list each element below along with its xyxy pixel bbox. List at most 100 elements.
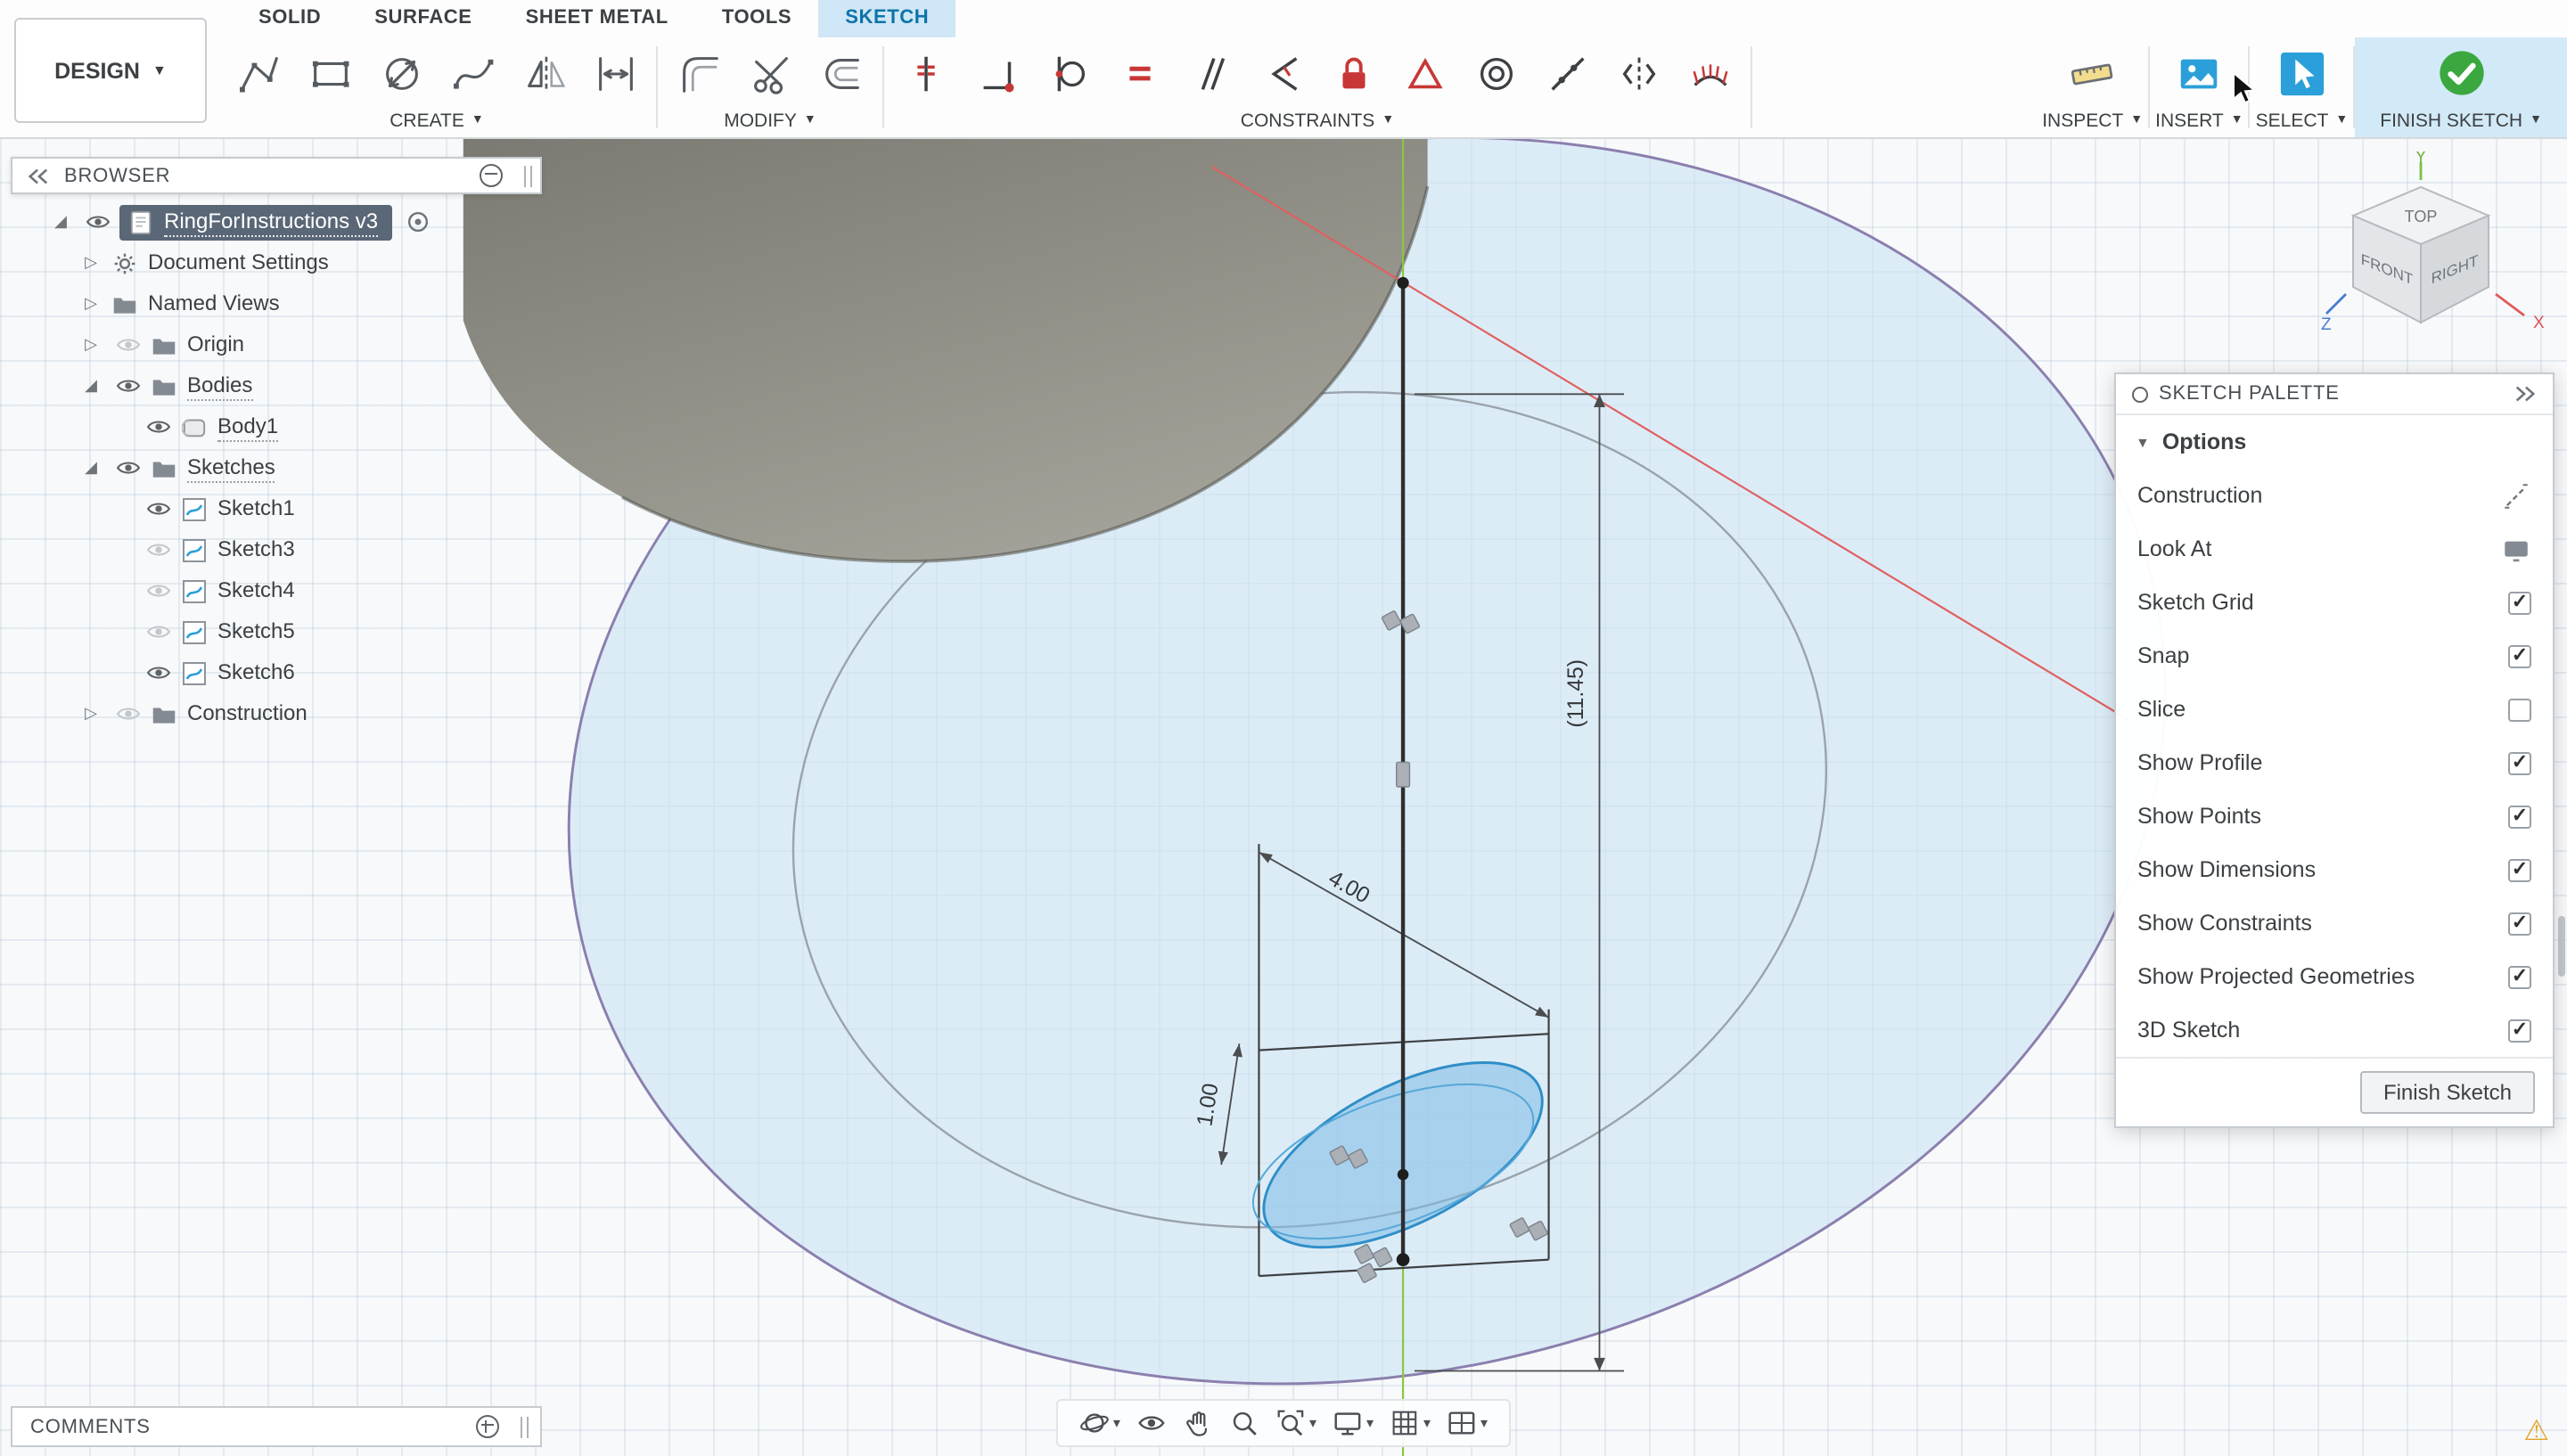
- node-label[interactable]: Sketch1: [217, 495, 295, 522]
- group-label-finish-sketch[interactable]: FINISH SKETCH▼: [2380, 107, 2542, 134]
- radio-target-icon[interactable]: [406, 210, 430, 233]
- tab-surface[interactable]: SURFACE: [348, 0, 498, 37]
- group-label-insert[interactable]: INSERT▼: [2155, 107, 2243, 134]
- dropdown-caret-icon[interactable]: ▾: [1309, 1415, 1316, 1431]
- checkbox-slice[interactable]: [2508, 698, 2531, 721]
- options-section-header[interactable]: ▼ Options: [2116, 415, 2553, 469]
- visibility-eye-icon[interactable]: [109, 458, 148, 478]
- tab-solid[interactable]: SOLID: [232, 0, 348, 37]
- constraint-symmetry-button[interactable]: [1603, 41, 1674, 105]
- constraint-parallel-button[interactable]: [1175, 41, 1246, 105]
- browser-item-ringforinstructions-v3[interactable]: ◢ RingForInstructions v3: [11, 201, 430, 242]
- node-label[interactable]: Sketch6: [217, 659, 295, 686]
- constraint-midpoint-button[interactable]: [1389, 41, 1460, 105]
- checkbox-snap[interactable]: [2508, 644, 2531, 667]
- collapse-arrow-icon[interactable]: ◢: [73, 376, 109, 396]
- node-label[interactable]: Origin: [187, 331, 244, 358]
- group-label-inspect[interactable]: INSPECT▼: [2042, 107, 2143, 134]
- group-label-select[interactable]: SELECT▼: [2256, 107, 2349, 134]
- constraint-curvature-button[interactable]: [1674, 41, 1745, 105]
- rectangle-button[interactable]: [294, 41, 365, 105]
- select-button[interactable]: [2266, 41, 2337, 105]
- checkbox-show-dimensions[interactable]: [2508, 858, 2531, 881]
- browser-item-sketch4[interactable]: Sketch4: [11, 570, 430, 611]
- constraint-coincident-button[interactable]: [961, 41, 1032, 105]
- viewcube-top-label[interactable]: TOP: [2405, 208, 2438, 225]
- node-label[interactable]: Named Views: [148, 290, 280, 317]
- browser-item-document-settings[interactable]: ▷ Document Settings: [11, 242, 430, 283]
- zoom-window-button[interactable]: ▾: [1272, 1406, 1320, 1440]
- scrollbar-thumb[interactable]: [2558, 916, 2565, 977]
- constraint-tangent-button[interactable]: [1032, 41, 1103, 105]
- visibility-eye-icon[interactable]: [139, 417, 178, 437]
- checkbox-show-profile[interactable]: [2508, 751, 2531, 774]
- pan-button[interactable]: [1179, 1406, 1217, 1440]
- comments-bar[interactable]: COMMENTS: [11, 1406, 542, 1447]
- browser-item-named-views[interactable]: ▷ Named Views: [11, 283, 430, 324]
- sketch-dimension-button[interactable]: [579, 41, 651, 105]
- checkbox-show-points[interactable]: [2508, 805, 2531, 828]
- expand-arrow-icon[interactable]: ▷: [73, 253, 109, 273]
- fillet-button[interactable]: [663, 41, 734, 105]
- add-comment-icon[interactable]: [475, 1415, 498, 1438]
- collapse-panel-icon[interactable]: [27, 167, 50, 184]
- visibility-eye-icon[interactable]: [78, 212, 118, 232]
- visibility-eye-icon[interactable]: [109, 335, 148, 355]
- group-label-constraints[interactable]: CONSTRAINTS▼: [1241, 107, 1394, 134]
- collapse-arrow-icon[interactable]: ◢: [43, 212, 78, 232]
- node-label[interactable]: Bodies: [187, 372, 252, 400]
- browser-item-body1[interactable]: Body1: [11, 406, 430, 447]
- browser-item-sketches[interactable]: ◢ Sketches: [11, 447, 430, 488]
- node-label[interactable]: Sketches: [187, 454, 275, 482]
- node-label[interactable]: Sketch4: [217, 577, 295, 604]
- finish-sketch-button[interactable]: [2425, 41, 2497, 105]
- checkbox-show-constraints[interactable]: [2508, 912, 2531, 935]
- warning-icon[interactable]: ⚠: [2523, 1419, 2549, 1447]
- collapse-right-icon[interactable]: [2514, 385, 2537, 403]
- node-label[interactable]: Construction: [187, 700, 308, 727]
- visibility-eye-icon[interactable]: [139, 499, 178, 519]
- tab-sketch[interactable]: SKETCH: [818, 0, 955, 37]
- constraint-perpendicular-button[interactable]: [1246, 41, 1317, 105]
- checkbox-show-projected-geometries[interactable]: [2508, 965, 2531, 988]
- visibility-eye-icon[interactable]: [109, 704, 148, 724]
- circle-2pt-button[interactable]: [365, 41, 437, 105]
- browser-item-origin[interactable]: ▷ Origin: [11, 324, 430, 365]
- panel-drag-grip[interactable]: [520, 1416, 522, 1437]
- offset-button[interactable]: [806, 41, 877, 105]
- panel-options-icon[interactable]: [479, 164, 502, 187]
- look-at-nav-button[interactable]: [1133, 1406, 1170, 1440]
- line-button[interactable]: [223, 41, 294, 105]
- design-menu-button[interactable]: DESIGN ▼: [14, 18, 207, 123]
- browser-item-sketch3[interactable]: Sketch3: [11, 529, 430, 570]
- collapse-arrow-icon[interactable]: ◢: [73, 458, 109, 478]
- viewports-button[interactable]: ▾: [1443, 1406, 1491, 1440]
- grid-display-button[interactable]: ▾: [1386, 1406, 1434, 1440]
- node-label[interactable]: RingForInstructions v3: [164, 208, 378, 236]
- panel-drag-grip[interactable]: [523, 165, 526, 186]
- node-label[interactable]: Sketch3: [217, 536, 295, 563]
- constraint-horizontal-vertical-button[interactable]: [890, 41, 961, 105]
- dropdown-caret-icon[interactable]: ▾: [1366, 1415, 1374, 1431]
- dimension-reference-label[interactable]: (11.45): [1564, 659, 1588, 728]
- expand-arrow-icon[interactable]: ▷: [73, 704, 109, 724]
- view-cube[interactable]: Y TOP FRONT RIGHT X Z: [2317, 151, 2546, 344]
- tab-tools[interactable]: TOOLS: [695, 0, 818, 37]
- visibility-eye-icon[interactable]: [139, 540, 178, 560]
- node-label[interactable]: Document Settings: [148, 249, 329, 276]
- insert-image-button[interactable]: [2163, 41, 2235, 105]
- sketch-palette-header[interactable]: SKETCH PALETTE: [2116, 374, 2553, 415]
- orbit-button[interactable]: ▾: [1076, 1406, 1124, 1440]
- node-label[interactable]: Sketch5: [217, 618, 295, 645]
- look-at-icon[interactable]: [2501, 534, 2531, 564]
- visibility-eye-icon[interactable]: [109, 376, 148, 396]
- dropdown-caret-icon[interactable]: ▾: [1423, 1415, 1431, 1431]
- expand-arrow-icon[interactable]: ▷: [73, 294, 109, 314]
- selected-node-chip[interactable]: RingForInstructions v3: [119, 204, 392, 240]
- visibility-eye-icon[interactable]: [139, 622, 178, 642]
- dropdown-caret-icon[interactable]: ▾: [1480, 1415, 1488, 1431]
- construction-line-icon[interactable]: [2501, 480, 2531, 511]
- expand-arrow-icon[interactable]: ▷: [73, 335, 109, 355]
- constraint-equal-button[interactable]: [1103, 41, 1175, 105]
- measure-button[interactable]: [2057, 41, 2128, 105]
